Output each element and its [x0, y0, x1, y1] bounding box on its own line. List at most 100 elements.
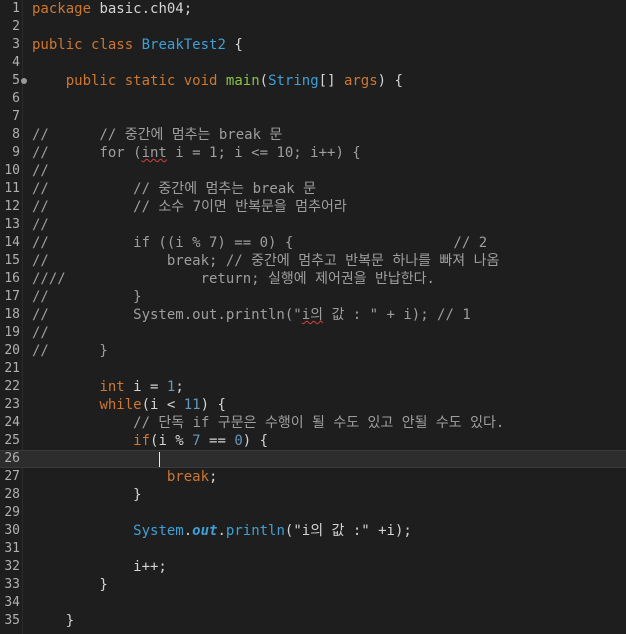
code-line[interactable]: 29	[0, 504, 626, 522]
code-line[interactable]: 17 // }	[0, 288, 626, 306]
code-text[interactable]: i++;	[32, 558, 167, 576]
code-line[interactable]: 25 if(i % 7 == 0) {	[0, 432, 626, 450]
code-editor[interactable]: 1 package basic.ch04; 2 3 public class Break…	[0, 0, 626, 634]
code-line[interactable]: 10 //	[0, 162, 626, 180]
code-token: 11	[183, 397, 201, 413]
code-text[interactable]: System.out.println("i의 값 :" +i);	[32, 522, 412, 540]
code-token: }	[32, 487, 142, 503]
code-line[interactable]: 30 System.out.println("i의 값 :" +i);	[0, 522, 626, 540]
code-token: // // 중간에 멈추는 break 문	[32, 127, 283, 143]
code-text[interactable]: // // 소수 7이면 반복문을 멈추어라	[32, 198, 347, 216]
code-line[interactable]: 1 package basic.ch04;	[0, 0, 626, 18]
code-line[interactable]: 18 // System.out.println("i의 값 : " + i); …	[0, 306, 626, 324]
code-line[interactable]: 19 //	[0, 324, 626, 342]
code-text[interactable]: //// return; 실행에 제어권을 반납한다.	[32, 270, 435, 288]
line-number: 34	[4, 595, 20, 610]
code-text[interactable]: // for (int i = 1; i <= 10; i++) {	[32, 144, 361, 162]
code-token: }	[32, 577, 108, 593]
code-line[interactable]: 8 // // 중간에 멈추는 break 문	[0, 126, 626, 144]
code-text[interactable]: // }	[32, 342, 108, 360]
code-line[interactable]: 2	[0, 18, 626, 36]
line-number: 16	[4, 271, 20, 286]
line-number: 3	[12, 37, 20, 52]
code-text[interactable]: if(i % 7 == 0) {	[32, 432, 268, 450]
code-text[interactable]: //	[32, 162, 49, 180]
code-token: //	[32, 325, 49, 341]
code-line[interactable]: 15 // break; // 중간에 멈추고 반복문 하나를 빠져 나옴	[0, 252, 626, 270]
code-line[interactable]: 9 // for (int i = 1; i <= 10; i++) {	[0, 144, 626, 162]
code-text[interactable]: // }	[32, 288, 142, 306]
line-number: 4	[12, 55, 20, 70]
code-token: ) {	[200, 397, 226, 413]
code-line[interactable]: 12 // // 소수 7이면 반복문을 멈추어라	[0, 198, 626, 216]
code-token: out	[192, 523, 218, 539]
code-line[interactable]: 14 // if ((i % 7) == 0) { // 2	[0, 234, 626, 252]
line-number: 32	[4, 559, 20, 574]
code-text[interactable]: }	[32, 486, 142, 504]
code-token: static	[124, 73, 176, 89]
code-line[interactable]: 35 }	[0, 612, 626, 630]
code-text[interactable]: // break; // 중간에 멈추고 반복문 하나를 빠져 나옴	[32, 252, 499, 270]
code-text[interactable]: }	[32, 612, 74, 630]
code-text[interactable]: // // 중간에 멈추는 break 문	[32, 180, 316, 198]
line-number: 13	[4, 217, 20, 232]
code-line[interactable]: 28 }	[0, 486, 626, 504]
code-line[interactable]: 7	[0, 108, 626, 126]
code-text[interactable]: public class BreakTest2 {	[32, 36, 243, 54]
code-token: ==	[200, 433, 235, 449]
code-token: //	[32, 217, 49, 233]
code-line[interactable]: 5 public static void main(String[] args)…	[0, 72, 626, 90]
code-line[interactable]: 21	[0, 360, 626, 378]
code-text[interactable]: // System.out.println("i의 값 : " + i); //…	[32, 306, 471, 324]
code-line[interactable]: 31	[0, 540, 626, 558]
code-line[interactable]: 23 while(i < 11) {	[0, 396, 626, 414]
line-number: 33	[4, 577, 20, 592]
code-line[interactable]: 4	[0, 54, 626, 72]
code-text[interactable]: // if ((i % 7) == 0) { // 2	[32, 234, 487, 252]
line-number: 35	[4, 613, 20, 628]
code-text[interactable]: package basic.ch04;	[32, 0, 192, 18]
code-token: if	[133, 433, 151, 449]
code-line[interactable]: 24 // 단독 if 구문은 수행이 될 수도 있고 안될 수도 있다.	[0, 414, 626, 432]
code-line[interactable]: 3 public class BreakTest2 {	[0, 36, 626, 54]
code-text[interactable]: // // 중간에 멈추는 break 문	[32, 126, 282, 144]
code-text[interactable]: int i = 1;	[32, 378, 183, 396]
current-line[interactable]: 26	[0, 450, 626, 468]
code-line[interactable]: 6	[0, 90, 626, 108]
code-line[interactable]: 20 // }	[0, 342, 626, 360]
code-text[interactable]: //	[32, 324, 49, 342]
code-text[interactable]: // 단독 if 구문은 수행이 될 수도 있고 안될 수도 있다.	[32, 414, 504, 432]
code-token: package	[32, 1, 92, 17]
code-token: // if ((i % 7) == 0) { // 2	[32, 235, 488, 251]
code-token: main	[225, 73, 260, 89]
code-text[interactable]: break;	[32, 468, 218, 486]
code-line[interactable]: 32 i++;	[0, 558, 626, 576]
line-number: 18	[4, 307, 20, 322]
line-number: 2	[12, 19, 20, 34]
code-line[interactable]: 13 //	[0, 216, 626, 234]
line-number: 11	[4, 181, 20, 196]
code-token: ) {	[242, 433, 269, 449]
code-line[interactable]: 33 }	[0, 576, 626, 594]
line-number: 6	[12, 91, 20, 106]
code-line[interactable]: 11 // // 중간에 멈추는 break 문	[0, 180, 626, 198]
code-token: }	[32, 613, 75, 629]
line-number: 19	[4, 325, 20, 340]
line-number: 14	[4, 235, 20, 250]
code-token: (	[259, 73, 269, 89]
fold-marker-icon[interactable]	[21, 78, 27, 84]
code-line[interactable]: 27 break;	[0, 468, 626, 486]
code-line[interactable]: 22 int i = 1;	[0, 378, 626, 396]
code-line[interactable]: 16 //// return; 실행에 제어권을 반납한다.	[0, 270, 626, 288]
code-text[interactable]: //	[32, 216, 49, 234]
code-text[interactable]: }	[32, 576, 108, 594]
line-number: 21	[4, 361, 20, 376]
code-text[interactable]: while(i < 11) {	[32, 396, 226, 414]
code-line[interactable]: 34	[0, 594, 626, 612]
line-number: 28	[4, 487, 20, 502]
code-text[interactable]: public static void main(String[] args) {	[32, 72, 403, 90]
